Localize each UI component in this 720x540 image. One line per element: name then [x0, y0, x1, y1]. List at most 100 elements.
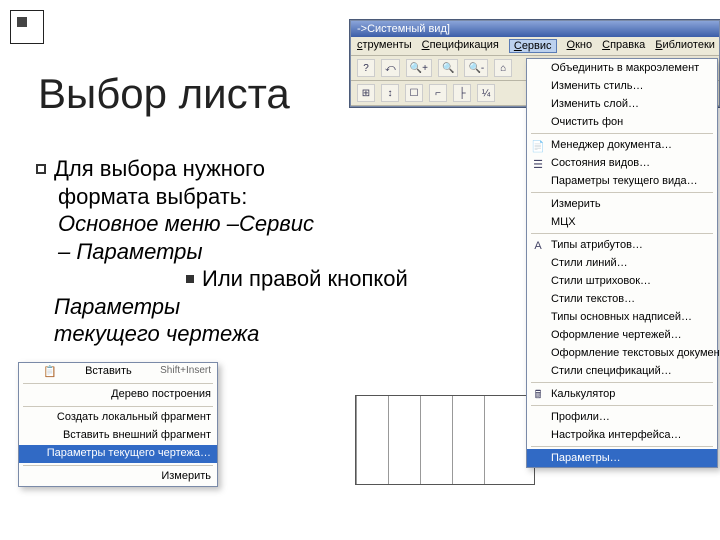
menu-icon: [530, 256, 546, 272]
service-menu-item[interactable]: Изменить слой…: [527, 95, 717, 113]
context-menu[interactable]: 📋 Вставить Shift+Insert Дерево построения Со…: [18, 362, 218, 487]
menu-icon: [530, 410, 546, 426]
menu-item-label: Менеджер документа…: [551, 139, 672, 151]
toolbar-button[interactable]: ├: [453, 84, 471, 102]
menu-item-label: Вставить: [85, 365, 132, 379]
service-menu-item[interactable]: 🖩 Калькулятор: [527, 385, 717, 403]
menu-icon: ☰: [530, 156, 546, 172]
slide-title: Выбор листа: [38, 70, 290, 118]
menu-item-label: Объединить в макроэлемент: [551, 62, 699, 74]
service-menu-item[interactable]: Объединить в макроэлемент: [527, 59, 717, 77]
menu-icon: [530, 215, 546, 231]
service-menu[interactable]: Объединить в макроэлемент Изменить стиль……: [526, 58, 718, 468]
menu-icon: 📄: [530, 138, 546, 154]
service-menu-item[interactable]: Профили…: [527, 408, 717, 426]
menu-icon: [530, 428, 546, 444]
toolbar-button[interactable]: 🔍-: [464, 59, 488, 77]
service-menu-item[interactable]: ☰ Состояния видов…: [527, 154, 717, 172]
toolbar-button[interactable]: ⌐: [429, 84, 447, 102]
menu-icon: [530, 364, 546, 380]
slide-body: Для выбора нужного формата выбрать: Осно…: [36, 155, 408, 348]
menu-item-label: Стили линий…: [551, 257, 628, 269]
service-menu-item[interactable]: Стили спецификаций…: [527, 362, 717, 380]
toolbar-button[interactable]: 🔍: [438, 59, 458, 77]
menu-icon: 📋: [43, 365, 57, 379]
menu-item-0[interactable]: струменты: [357, 39, 412, 53]
sub-bullet-icon: [186, 275, 194, 283]
toolbar-button[interactable]: ⤺: [381, 59, 400, 77]
service-menu-item[interactable]: 📄 Менеджер документа…: [527, 136, 717, 154]
menu-item-label: Типы атрибутов…: [551, 239, 643, 251]
toolbar-button[interactable]: ⊞: [357, 84, 375, 102]
service-menu-item[interactable]: Стили текстов…: [527, 290, 717, 308]
service-menu-item[interactable]: Стили штриховок…: [527, 272, 717, 290]
service-menu-item[interactable]: Типы основных надписей…: [527, 308, 717, 326]
menu-icon: 🖩: [530, 387, 546, 403]
service-menu-item[interactable]: Оформление чертежей…: [527, 326, 717, 344]
menu-item-label: Типы основных надписей…: [551, 311, 692, 323]
menu-item-label: Параметры…: [551, 452, 621, 464]
menu-icon: [530, 292, 546, 308]
menu-item-label: Измерить: [161, 470, 211, 484]
context-menu-item[interactable]: 📋 Вставить Shift+Insert: [19, 363, 217, 381]
menu-item-label: Вставить внешний фрагмент: [63, 429, 211, 443]
menu-item-label: Стили штриховок…: [551, 275, 651, 287]
menu-icon: [530, 115, 546, 131]
menu-item-label: Создать локальный фрагмент: [57, 411, 211, 425]
service-menu-item[interactable]: МЦХ: [527, 213, 717, 231]
menu-icon: [530, 346, 546, 362]
menu-item-label: Профили…: [551, 411, 610, 423]
menu-item-label: Дерево построения: [111, 388, 211, 402]
toolbar-button[interactable]: ☐: [405, 84, 423, 102]
menu-icon: [530, 174, 546, 190]
menu-icon: [530, 61, 546, 77]
shortcut-label: Shift+Insert: [160, 365, 211, 379]
menu-item-label: МЦХ: [551, 216, 576, 228]
service-menu-item[interactable]: Очистить фон: [527, 113, 717, 131]
menu-item-label: Настройка интерфейса…: [551, 429, 682, 441]
toolbar-button[interactable]: 🔍+: [406, 59, 432, 77]
toolbar-button[interactable]: ¼: [477, 84, 495, 102]
context-menu-item[interactable]: Дерево построения: [19, 386, 217, 404]
menu-icon: [530, 310, 546, 326]
menu-item-3[interactable]: Окно: [567, 39, 593, 53]
service-menu-item[interactable]: Параметры текущего вида…: [527, 172, 717, 190]
menu-icon: [530, 451, 546, 467]
context-menu-item[interactable]: Создать локальный фрагмент: [19, 409, 217, 427]
menu-item-label: Оформление текстовых документов…: [551, 347, 720, 359]
menu-icon: [530, 97, 546, 113]
menu-item-1[interactable]: Спецификация: [422, 39, 499, 53]
menu-icon: [530, 328, 546, 344]
menu-bar: струменты Спецификация Сервис Окно Справка Би…: [351, 37, 719, 56]
menu-item-label: Состояния видов…: [551, 157, 650, 169]
slide-deco: [10, 10, 44, 44]
menu-item-5[interactable]: Библиотеки: [655, 39, 715, 53]
service-menu-item[interactable]: Оформление текстовых документов…: [527, 344, 717, 362]
service-menu-item[interactable]: Стили линий…: [527, 254, 717, 272]
service-menu-item[interactable]: Измерить: [527, 195, 717, 213]
menu-icon: [530, 197, 546, 213]
menu-item-label: Очистить фон: [551, 116, 623, 128]
menu-item-label: Калькулятор: [551, 388, 615, 400]
service-menu-item[interactable]: А Типы атрибутов…: [527, 236, 717, 254]
context-menu-item[interactable]: Вставить внешний фрагмент: [19, 427, 217, 445]
toolbar-button[interactable]: ⌂: [494, 59, 512, 77]
context-menu-item[interactable]: Параметры текущего чертежа…: [19, 445, 217, 463]
service-menu-item[interactable]: Параметры…: [527, 449, 717, 467]
toolbar-button[interactable]: ?: [357, 59, 375, 77]
menu-item-4[interactable]: Справка: [602, 39, 645, 53]
menu-item-label: Параметры текущего вида…: [551, 175, 698, 187]
bullet-icon: [36, 164, 46, 174]
menu-item-label: Изменить стиль…: [551, 80, 644, 92]
menu-icon: [530, 274, 546, 290]
menu-item-label: Стили текстов…: [551, 293, 635, 305]
context-menu-item[interactable]: Измерить: [19, 468, 217, 486]
menu-item-label: Измерить: [551, 198, 601, 210]
menu-icon: А: [530, 238, 546, 254]
toolbar-button[interactable]: ↕: [381, 84, 399, 102]
service-menu-item[interactable]: Настройка интерфейса…: [527, 426, 717, 444]
menu-item-label: Параметры текущего чертежа…: [47, 447, 211, 461]
service-menu-item[interactable]: Изменить стиль…: [527, 77, 717, 95]
menu-item-label: Изменить слой…: [551, 98, 639, 110]
menu-item-2[interactable]: Сервис: [509, 39, 557, 53]
